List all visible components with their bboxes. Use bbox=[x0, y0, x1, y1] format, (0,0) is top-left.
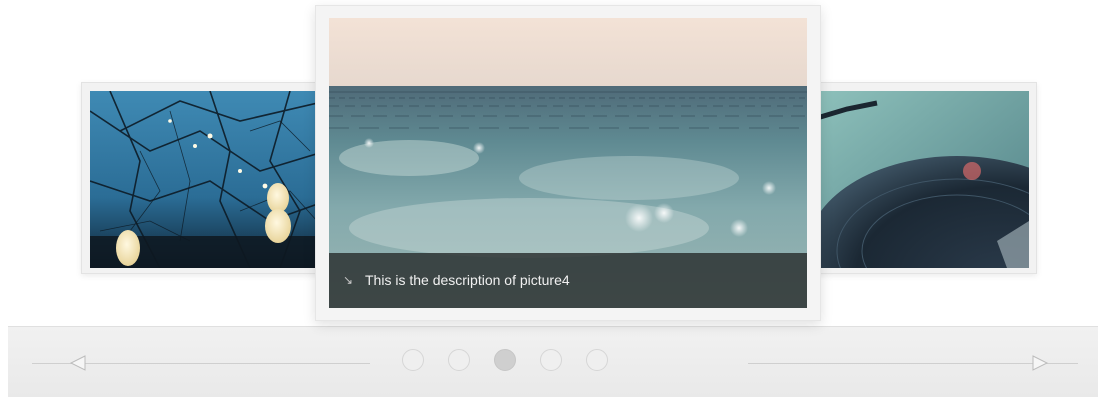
branches-lights-image bbox=[90, 91, 326, 268]
dot-4[interactable] bbox=[540, 349, 562, 371]
carousel: ↘ This is the description of picture4 bbox=[0, 0, 1102, 398]
dot-3[interactable] bbox=[494, 349, 516, 371]
slide-picture5[interactable] bbox=[800, 82, 1037, 274]
pagination-dots bbox=[402, 349, 608, 371]
turntable-image bbox=[807, 91, 1029, 268]
slide-picture4[interactable]: ↘ This is the description of picture4 bbox=[315, 5, 821, 321]
dot-5[interactable] bbox=[586, 349, 608, 371]
divider-right bbox=[748, 363, 1078, 364]
slide-picture3[interactable] bbox=[81, 82, 335, 274]
ocean-waves-image: ↘ This is the description of picture4 bbox=[329, 18, 807, 308]
next-arrow-icon[interactable] bbox=[1030, 353, 1050, 373]
dot-2[interactable] bbox=[448, 349, 470, 371]
arrow-down-right-icon: ↘ bbox=[343, 273, 354, 287]
dot-1[interactable] bbox=[402, 349, 424, 371]
caption-text: This is the description of picture4 bbox=[365, 272, 570, 288]
slide-caption: ↘ This is the description of picture4 bbox=[329, 253, 807, 308]
carousel-controls bbox=[8, 326, 1098, 397]
prev-arrow-icon[interactable] bbox=[68, 353, 88, 373]
